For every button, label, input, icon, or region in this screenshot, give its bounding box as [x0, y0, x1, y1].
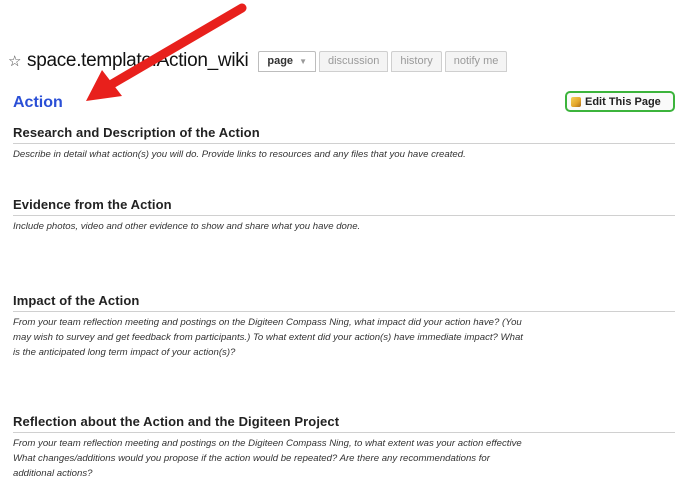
annotation-arrow-icon — [86, 3, 247, 101]
